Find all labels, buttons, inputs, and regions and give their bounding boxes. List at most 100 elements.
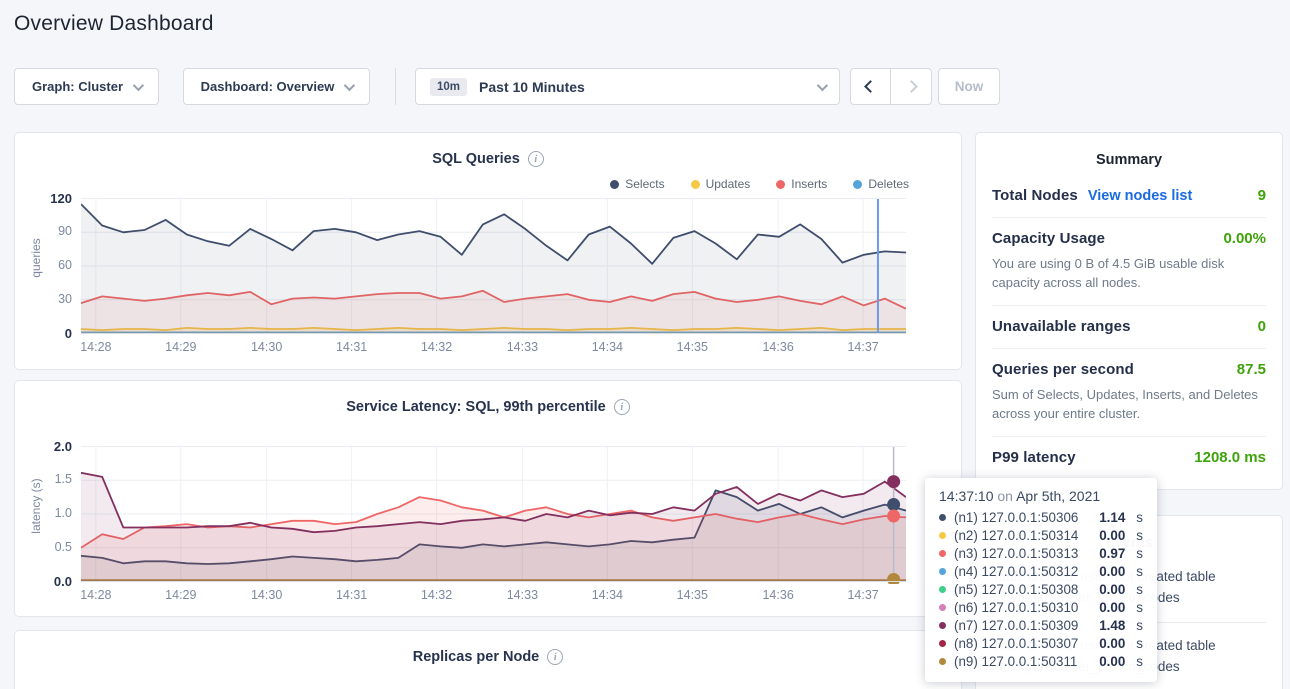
chevron-left-icon [864, 80, 877, 93]
summary-value: 87.5 [1237, 361, 1266, 378]
graph-dropdown-label: Graph: Cluster [32, 79, 123, 94]
sql-queries-plot[interactable] [81, 197, 906, 341]
sql-queries-chart-title: SQL Queries [432, 151, 520, 167]
chevron-down-icon [817, 79, 828, 90]
tooltip-node-unit: s [1136, 582, 1143, 597]
info-icon[interactable]: i [528, 151, 544, 167]
y-tick-label: 0.0 [15, 574, 72, 589]
tooltip-node-label: (n1) 127.0.0.1:50306 [954, 510, 1078, 525]
time-range-label: Past 10 Minutes [479, 79, 585, 95]
tooltip-node-label: (n5) 127.0.0.1:50308 [954, 582, 1078, 597]
service-latency-panel: Service Latency: SQL, 99th percentile i … [14, 380, 962, 617]
x-tick-label: 14:29 [156, 340, 206, 354]
tooltip-node-value: 0.00 [1099, 582, 1125, 597]
tooltip-node-label: (n6) 127.0.0.1:50310 [954, 600, 1078, 615]
node-color-dot-icon [939, 532, 946, 539]
summary-label: Capacity Usage [992, 230, 1105, 247]
service-latency-plot[interactable] [81, 445, 906, 589]
node-color-dot-icon [939, 658, 946, 665]
summary-row: Queries per second 87.5 Sum of Selects, Up… [992, 348, 1266, 436]
info-icon[interactable]: i [614, 399, 630, 415]
y-tick-label: 120 [15, 191, 72, 206]
x-tick-label: 14:33 [497, 340, 547, 354]
chart-hover-tooltip: 14:37:10 on Apr 5th, 2021 (n1) 127.0.0.1… [925, 478, 1157, 682]
legend-item-selects[interactable]: Selects [610, 177, 664, 191]
x-tick-label: 14:36 [753, 340, 803, 354]
tooltip-node-unit: s [1136, 546, 1143, 561]
summary-heading: Summary [992, 133, 1266, 175]
tooltip-node-unit: s [1136, 636, 1143, 651]
node-color-dot-icon [939, 550, 946, 557]
tooltip-node-value: 1.48 [1099, 618, 1125, 633]
summary-label: Total Nodes [992, 187, 1078, 204]
previous-range-button[interactable] [850, 68, 891, 105]
replicas-per-node-panel: Replicas per Node i [14, 630, 962, 689]
graph-dropdown[interactable]: Graph: Cluster [14, 68, 159, 105]
y-tick-label: 60 [15, 258, 72, 272]
time-range-badge: 10m [430, 78, 467, 96]
y-tick-label: 30 [15, 292, 72, 306]
tooltip-node-unit: s [1136, 618, 1143, 633]
tooltip-node-unit: s [1136, 510, 1143, 525]
node-color-dot-icon [939, 604, 946, 611]
y-tick-label: 0 [15, 326, 72, 341]
tooltip-node-row: (n3) 127.0.0.1:503130.97s [939, 544, 1143, 562]
chevron-down-icon [133, 79, 144, 90]
replicas-chart-title: Replicas per Node [413, 649, 540, 665]
now-button[interactable]: Now [938, 68, 1000, 105]
summary-row: Total Nodes View nodes list 9 [992, 175, 1266, 217]
summary-description: Sum of Selects, Updates, Inserts, and De… [992, 385, 1266, 423]
x-tick-label: 14:35 [667, 340, 717, 354]
x-tick-label: 14:36 [753, 588, 803, 602]
summary-value: 9 [1258, 187, 1266, 204]
x-tick-label: 14:34 [582, 588, 632, 602]
time-nav-group [850, 68, 932, 105]
chart-legend: Selects Updates Inserts Deletes [610, 177, 909, 191]
summary-card: Summary Total Nodes View nodes list 9 Capac… [975, 132, 1283, 490]
legend-item-updates[interactable]: Updates [691, 177, 751, 191]
x-tick-label: 14:30 [242, 588, 292, 602]
tooltip-node-unit: s [1136, 654, 1143, 669]
time-range-picker[interactable]: 10m Past 10 Minutes [415, 68, 840, 105]
legend-item-deletes[interactable]: Deletes [853, 177, 909, 191]
toolbar-divider [395, 68, 396, 105]
y-tick-label: 0.5 [15, 540, 72, 554]
node-color-dot-icon [939, 640, 946, 647]
summary-value: 1208.0 ms [1194, 449, 1266, 466]
tooltip-node-value: 0.97 [1099, 546, 1125, 561]
view-nodes-list-link[interactable]: View nodes list [1088, 188, 1193, 204]
node-color-dot-icon [939, 568, 946, 575]
tooltip-node-value: 0.00 [1099, 636, 1125, 651]
legend-dot-icon [691, 180, 700, 189]
now-button-label: Now [955, 79, 984, 94]
x-tick-label: 14:35 [667, 588, 717, 602]
legend-label: Updates [706, 177, 751, 191]
tooltip-node-unit: s [1136, 564, 1143, 579]
tooltip-node-row: (n6) 127.0.0.1:503100.00s [939, 598, 1143, 616]
legend-item-inserts[interactable]: Inserts [776, 177, 827, 191]
dashboard-dropdown[interactable]: Dashboard: Overview [183, 68, 370, 105]
tooltip-node-label: (n7) 127.0.0.1:50309 [954, 618, 1078, 633]
summary-label: P99 latency [992, 449, 1076, 466]
y-tick-label: 2.0 [15, 439, 72, 454]
x-tick-label: 14:37 [838, 588, 888, 602]
x-tick-label: 14:32 [412, 340, 462, 354]
tooltip-node-label: (n4) 127.0.0.1:50312 [954, 564, 1078, 579]
tooltip-node-value: 0.00 [1099, 528, 1125, 543]
node-color-dot-icon [939, 622, 946, 629]
legend-dot-icon [610, 180, 619, 189]
sql-queries-panel: SQL Queries i Selects Updates Inserts Delet… [14, 132, 962, 370]
summary-label: Queries per second [992, 361, 1134, 378]
tooltip-node-row: (n4) 127.0.0.1:503120.00s [939, 562, 1143, 580]
tooltip-node-label: (n9) 127.0.0.1:50311 [954, 654, 1077, 669]
tooltip-node-row: (n7) 127.0.0.1:50309 1.48 s [939, 616, 1143, 634]
y-tick-label: 1.5 [15, 472, 72, 486]
service-latency-chart-title: Service Latency: SQL, 99th percentile [346, 399, 606, 415]
x-tick-label: 14:29 [156, 588, 206, 602]
x-tick-label: 14:34 [582, 340, 632, 354]
tooltip-node-unit: s [1136, 528, 1143, 543]
legend-label: Inserts [791, 177, 827, 191]
info-icon[interactable]: i [547, 649, 563, 665]
next-range-button[interactable] [891, 68, 932, 105]
summary-label: Unavailable ranges [992, 318, 1131, 335]
